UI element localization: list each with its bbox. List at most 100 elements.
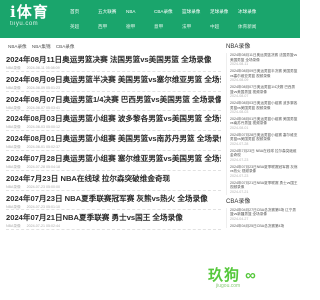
sidebar-item-date: 2024-08-09 [230, 78, 249, 83]
nav-item[interactable]: 中超 [210, 19, 238, 34]
sidebar-item[interactable]: 2024年07月23日NBA夏季联赛冠军赛 灰熊vs热火 视频录像 2024-07… [230, 165, 298, 179]
article-title[interactable]: 2024年07月23日 NBA夏季联赛冠军赛 灰熊vs热火 全场录像 [6, 194, 221, 203]
article-category[interactable]: NBA录像 [6, 205, 21, 209]
breadcrumb-separator [29, 44, 30, 49]
nav-item[interactable]: NBA [126, 4, 154, 19]
nav-item[interactable]: 五大联赛 [98, 4, 126, 19]
sidebar-item-text: 2024年04月27日CBA总决赛第5场 辽宁男篮vs新疆男篮 全场录像 [230, 207, 296, 217]
nav-row-primary: 首页 五大联赛 NBA CBA录像 篮球录像 足球录像 冰球录像 [70, 4, 300, 19]
article-title[interactable]: 2024年07月21日NBA夏季联赛 勇士vs国王 全场录像 [6, 213, 221, 222]
article-title[interactable]: 2024年08月11日奥运男篮决赛 法国男篮vs美国男篮 全场录像 [6, 55, 221, 64]
sidebar-item-text: 2024年08月09日奥运男篮半决赛 美国男篮vs塞尔维亚男篮 视频录像 [230, 68, 298, 78]
article-category[interactable]: NBA录像 [6, 86, 21, 90]
sidebar-item-text: 2024年08月03日奥运男篮小组赛 波多黎各男篮vs美国男篮 视频录像 [230, 100, 298, 110]
nav-item[interactable]: 意甲 [154, 19, 182, 34]
sidebar-item-date: 2024-08-11 [230, 62, 249, 67]
article-item: 2024年08月01日奥运男篮小组赛 美国男篮vs南苏丹男篮 全场录像 NBA录… [6, 131, 221, 151]
article-title[interactable]: 2024年07月28日奥运男篮小组赛 塞尔维亚男篮vs美国男篮 全场录像 [6, 154, 221, 163]
article-category[interactable]: NBA录像 [6, 145, 21, 149]
nav-item[interactable]: 英超 [70, 19, 98, 34]
article-title[interactable]: 2024年08月01日奥运男篮小组赛 美国男篮vs南苏丹男篮 全场录像 [6, 134, 221, 143]
watermark-text: 玖狗 ∞ [208, 267, 257, 284]
sidebar-item-date: 2024-07-28 [230, 142, 249, 147]
article-meta: NBA录像 2024-08-07 05:03:41 [6, 106, 221, 111]
nav-item[interactable]: 冰球录像 [238, 4, 266, 19]
sidebar-item[interactable]: 2024年04月27日CBA总决赛第5场 辽宁男篮vs新疆男篮 全场录像 2024… [230, 208, 298, 222]
sidebar-item-text: 2024年08月07日奥运男篮1/4决赛 巴西男篮vs美国男篮 视频录像 [230, 84, 296, 94]
sidebar-item[interactable]: 2024年07月21日NBA夏季联赛 勇士vs国王 视频录像 2024-07-21 [230, 181, 298, 195]
article-meta: NBA录像 2024-07-21 05:02:44 [6, 224, 221, 229]
sidebar-item-text: 2024年08月01日奥运男篮小组赛 美国男篮vs南苏丹男篮 视频录像 [230, 116, 298, 126]
nav-item[interactable]: 德甲 [126, 19, 154, 34]
sidebar-item[interactable]: 2024年07月28日奥运男篮小组赛 塞尔维亚男篮vs美国男篮 视频录像 2024… [230, 133, 298, 147]
article-title[interactable]: 2024年08月07日奥运男篮1/4决赛 巴西男篮vs美国男篮 全场录像 [6, 95, 221, 104]
breadcrumb-link[interactable]: NBA录像 [8, 44, 27, 49]
sidebar-section-title: CBA录像 [226, 198, 251, 205]
sidebar-item[interactable]: 2024年08月11日奥运男篮决赛 法国男篮vs美国男篮 全场录像 2024-08… [230, 53, 298, 67]
nav-item[interactable]: 西甲 [98, 19, 126, 34]
article-meta: NBA录像 2024-07-23 05:00:00 [6, 185, 221, 190]
article-item: 2024年07月23日 NBA夏季联赛冠军赛 灰熊vs热火 全场录像 NBA录像… [6, 191, 221, 211]
sidebar-item[interactable]: 2024年08月01日奥运男篮小组赛 美国男篮vs南苏丹男篮 视频录像 2024-… [230, 117, 298, 131]
breadcrumb-link[interactable]: CBA录像 [56, 44, 75, 49]
sidebar-item[interactable]: 2024年04月25日CBA总决赛第4场 [230, 224, 298, 229]
breadcrumb-link[interactable]: NBA集锦 [32, 44, 51, 49]
sidebar-item-date: 2024-07-23 [230, 173, 249, 178]
breadcrumb-separator [53, 44, 54, 49]
sidebar-item-date: 2024-04-27 [230, 216, 249, 221]
article-category[interactable]: NBA录像 [6, 224, 21, 228]
sidebar-item[interactable]: 2024年08月07日奥运男篮1/4决赛 巴西男篮vs美国男篮 视频录像 2024… [230, 85, 298, 99]
watermark-domain: jiugou.com [216, 283, 241, 289]
sidebar-item[interactable]: 2024年08月09日奥运男篮半决赛 美国男篮vs塞尔维亚男篮 视频录像 2024… [230, 69, 298, 83]
nav-item[interactable]: 体育新闻 [238, 19, 266, 34]
sidebar-item-date: 2024-08-07 [230, 94, 249, 99]
article-item: 2024年08月11日奥运男篮决赛 法国男篮vs美国男篮 全场录像 NBA录像 2… [6, 52, 221, 72]
sidebar-item-text: 2024年07月21日NBA夏季联赛 勇士vs国王 视频录像 [230, 180, 298, 190]
article-meta: NBA录像 2024-07-23 05:01:10 [6, 205, 221, 210]
article-category[interactable]: NBA录像 [6, 66, 21, 70]
sidebar-item-date: 2024-08-01 [230, 126, 249, 131]
nav-item[interactable]: 首页 [70, 4, 98, 19]
article-item: 2024年08月09日奥运男篮半决赛 美国男篮vs塞尔维亚男篮 全场录像 NBA… [6, 72, 221, 92]
article-item: 2024年07月28日奥运男篮小组赛 塞尔维亚男篮vs美国男篮 全场录像 NBA… [6, 151, 221, 171]
article-date: 2024-08-03 05:00:12 [26, 125, 60, 130]
article-title[interactable]: 2024年08月09日奥运男篮半决赛 美国男篮vs塞尔维亚男篮 全场录像 [6, 75, 221, 84]
article-category[interactable]: NBA录像 [6, 165, 21, 169]
site-header: i体育 tiiyu.com 首页 五大联赛 NBA CBA录像 篮球录像 足球录… [0, 0, 300, 38]
sidebar-item[interactable]: 2024年7月23日 NBA在线球 拉尔森突破维金奇现 2024-07-23 [230, 149, 298, 163]
article-date: 2024-07-23 05:01:10 [26, 204, 60, 209]
article-item: 2024年7月23日 NBA在线球 拉尔森突破维金奇现 NBA录像 2024-07… [6, 171, 221, 191]
article-meta: NBA录像 2024-08-11 05:08:09 [6, 66, 221, 71]
article-date: 2024-08-07 05:03:41 [26, 105, 60, 110]
article-date: 2024-08-11 05:08:09 [26, 66, 60, 70]
article-list: 2024年08月11日奥运男篮决赛 法国男篮vs美国男篮 全场录像 NBA录像 2… [6, 52, 221, 231]
nav-item[interactable]: 法甲 [182, 19, 210, 34]
sidebar-item-text: 2024年08月11日奥运男篮决赛 法国男篮vs美国男篮 全场录像 [230, 53, 298, 62]
breadcrumb: NBA录像 NBA集锦 CBA录像 [8, 44, 74, 50]
sidebar-item-text: 2024年04月25日CBA总决赛第4场 [230, 223, 285, 228]
logo-domain: tiiyu.com [10, 21, 39, 27]
site-logo[interactable]: i体育 tiiyu.com [10, 4, 49, 28]
nav-row-secondary: 英超 西甲 德甲 意甲 法甲 中超 体育新闻 [70, 19, 300, 34]
article-meta: NBA录像 2024-08-01 05:02:37 [6, 145, 221, 150]
sidebar-item-date: 2024-07-23 [230, 158, 249, 162]
nav-item[interactable]: CBA录像 [154, 4, 182, 19]
article-category[interactable]: NBA录像 [6, 185, 21, 189]
article-meta: NBA录像 2024-08-09 05:01:23 [6, 86, 221, 91]
article-category[interactable]: NBA录像 [6, 106, 21, 110]
article-date: 2024-08-09 05:01:23 [26, 85, 60, 90]
main-nav: 首页 五大联赛 NBA CBA录像 篮球录像 足球录像 冰球录像 英超 西甲 德… [70, 4, 300, 34]
article-title[interactable]: 2024年08月03日奥运男篮小组赛 波多黎各男篮vs美国男篮 全场录像 [6, 114, 221, 123]
article-date: 2024-07-21 05:02:44 [26, 224, 60, 229]
sidebar-item[interactable]: 2024年08月03日奥运男篮小组赛 波多黎各男篮vs美国男篮 视频录像 2024… [230, 101, 298, 115]
sidebar-list: 2024年04月27日CBA总决赛第5场 辽宁男篮vs新疆男篮 全场录像 2024… [226, 207, 298, 229]
article-title[interactable]: 2024年7月23日 NBA在线球 拉尔森突破维金奇现 [6, 174, 221, 183]
article-category[interactable]: NBA录像 [6, 125, 21, 129]
nav-item[interactable]: 足球录像 [210, 4, 238, 19]
article-item: 2024年08月03日奥运男篮小组赛 波多黎各男篮vs美国男篮 全场录像 NBA… [6, 111, 221, 132]
nav-item[interactable]: 篮球录像 [182, 4, 210, 19]
logo-text: i体育 [10, 3, 49, 21]
sidebar: NBA录像 2024年08月11日奥运男篮决赛 法国男篮vs美国男篮 全场录像 2… [226, 42, 298, 230]
sidebar-item-date: 2024-07-21 [230, 189, 249, 194]
sidebar-item-text: 2024年7月23日 NBA在线球 拉尔森突破维金奇现 [230, 148, 297, 158]
